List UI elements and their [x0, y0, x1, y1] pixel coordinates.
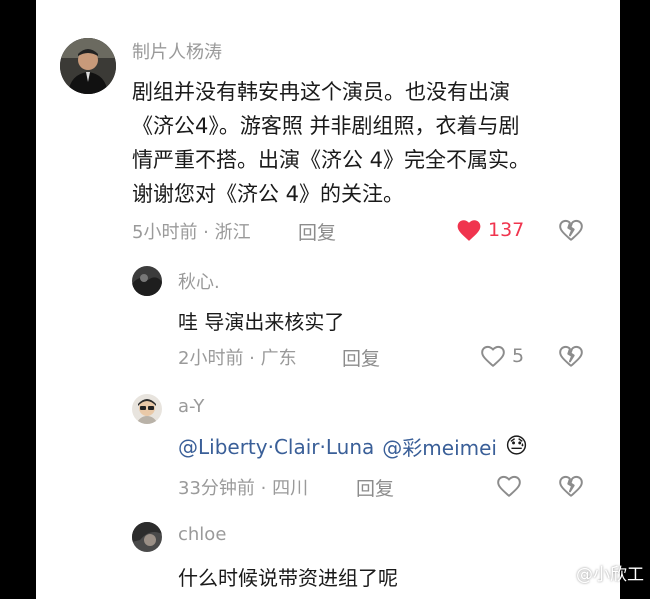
- comment-text-line: 《济公4》。游客照 并非剧组照，衣着与剧: [132, 114, 520, 138]
- comment-author[interactable]: chloe: [178, 524, 226, 545]
- dislike-button[interactable]: [558, 218, 584, 246]
- like-button[interactable]: 5: [480, 344, 524, 368]
- comment-author[interactable]: 秋心.: [178, 268, 220, 294]
- like-count: 5: [512, 345, 525, 367]
- dislike-button[interactable]: [558, 474, 584, 502]
- comment-meta: 5小时前 · 浙江: [132, 222, 251, 243]
- avatar[interactable]: [132, 266, 162, 296]
- reply-button[interactable]: 回复: [342, 344, 380, 371]
- mention-link[interactable]: @Liberty·Clair·Luna: [178, 435, 374, 459]
- avatar[interactable]: [132, 394, 162, 424]
- comment-list: 制片人杨涛 剧组并没有韩安冉这个演员。也没有出演 《济公4》。游客照 并非剧组照…: [36, 0, 620, 599]
- person-avatar-icon: [60, 38, 116, 94]
- like-button[interactable]: 137: [456, 218, 524, 242]
- comment-author[interactable]: a-Y: [178, 396, 204, 417]
- dislike-button[interactable]: [558, 344, 584, 372]
- avatar[interactable]: [132, 522, 162, 552]
- like-count: 137: [488, 219, 525, 241]
- person-avatar-icon: [132, 266, 162, 296]
- reply-button[interactable]: 回复: [298, 218, 336, 245]
- heart-outline-icon: [497, 475, 521, 497]
- heart-filled-icon: [457, 220, 481, 241]
- watermark: @小欣工: [576, 560, 644, 585]
- heart-outline-icon: [481, 345, 505, 367]
- person-avatar-icon: [132, 522, 162, 552]
- comment-text: 什么时候说带资进组了呢: [178, 566, 398, 590]
- reply-button[interactable]: 回复: [356, 474, 394, 501]
- comment-text-line: 剧组并没有韩安冉这个演员。也没有出演: [132, 80, 510, 104]
- comment-text-line: 谢谢您对《济公 4》的关注。: [132, 182, 405, 206]
- broken-heart-icon: [559, 475, 583, 497]
- comment-meta: 33分钟前 · 四川: [178, 478, 309, 499]
- sweat-emoji-icon: 😓: [504, 434, 528, 459]
- broken-heart-icon: [559, 345, 583, 367]
- comment-meta: 2小时前 · 广东: [178, 348, 297, 369]
- comment-text: @Liberty·Clair·Luna @彩meimei 😓: [178, 432, 528, 461]
- watermark-text: @小欣工: [576, 565, 644, 585]
- comment-text-line: 情严重不搭。出演《济公 4》完全不属实。: [132, 148, 531, 172]
- broken-heart-icon: [559, 219, 583, 241]
- comment-author[interactable]: 制片人杨涛: [132, 38, 222, 64]
- avatar[interactable]: [60, 38, 116, 94]
- person-avatar-icon: [132, 394, 162, 424]
- mention-link[interactable]: @彩meimei: [382, 432, 497, 461]
- comment-text: 哇 导演出来核实了: [178, 310, 345, 334]
- like-button[interactable]: [496, 474, 522, 498]
